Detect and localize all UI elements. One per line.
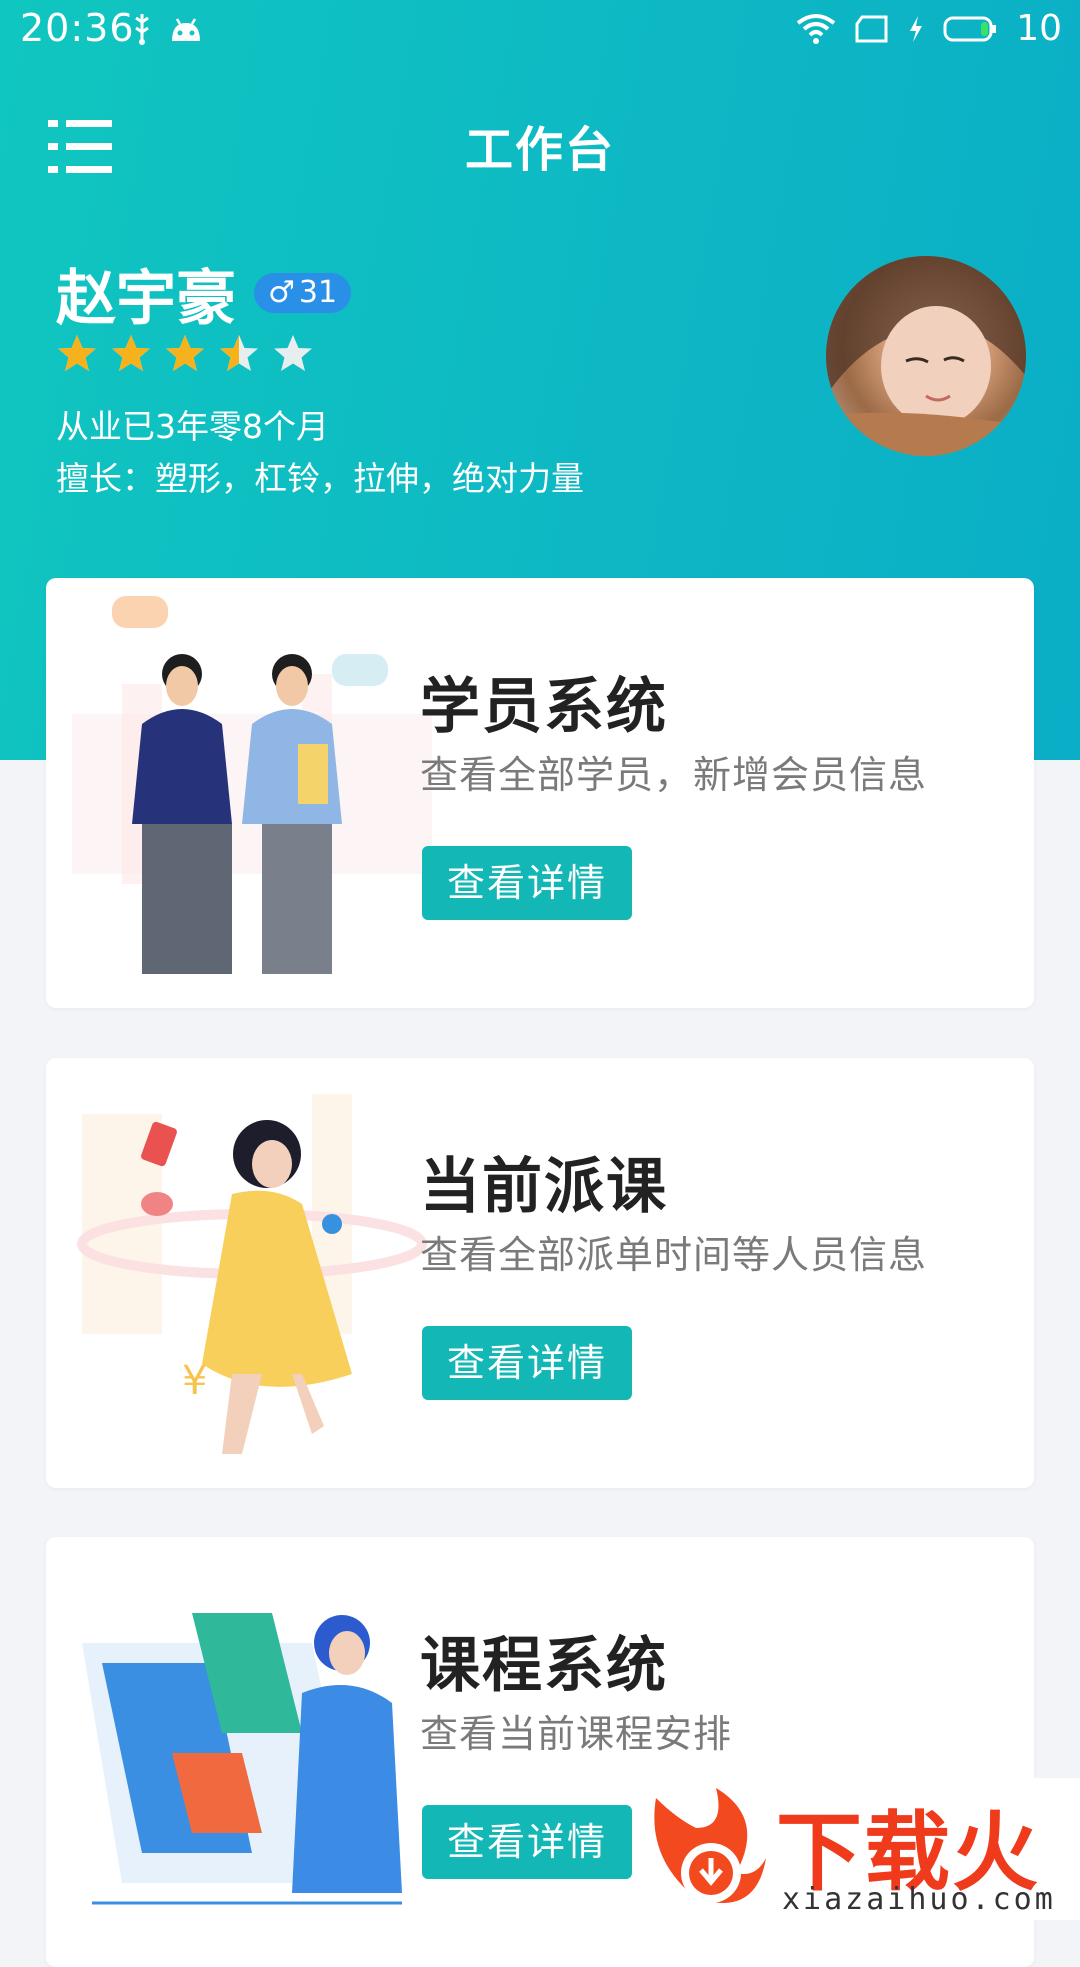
dancing-woman-illustration: ¥ <box>77 1094 427 1454</box>
star-icon <box>112 335 150 371</box>
card-student-system[interactable]: 学员系统 查看全部学员，新增会员信息 查看详情 <box>46 578 1034 1008</box>
handshake-illustration <box>72 596 432 974</box>
status-time: 20:36 <box>20 6 135 50</box>
view-details-button[interactable]: 查看详情 <box>422 1326 632 1400</box>
media-learning-illustration <box>82 1613 402 1905</box>
card-description: 查看全部派单时间等人员信息 <box>420 1233 928 1277</box>
page-title: 工作台 <box>464 122 615 178</box>
age-value: 31 <box>298 275 338 310</box>
svg-text:¥: ¥ <box>182 1358 207 1404</box>
card-title: 课程系统 <box>420 1631 668 1701</box>
view-details-button[interactable]: 查看详情 <box>422 846 632 920</box>
battery-level: 10 <box>1016 8 1062 49</box>
fire-logo-icon <box>654 1788 766 1903</box>
star-icon <box>58 335 96 371</box>
android-icon <box>172 18 200 41</box>
card-description: 查看全部学员，新增会员信息 <box>420 753 928 797</box>
card-description: 查看当前课程安排 <box>420 1712 733 1756</box>
tenure-text: 从业已3年零8个月 <box>56 407 329 446</box>
male-icon: ♂ <box>268 275 295 310</box>
specialty-text: 擅长：塑形，杠铃，拉伸，绝对力量 <box>56 459 584 498</box>
card-title: 学员系统 <box>420 672 668 742</box>
sim-card-icon <box>855 15 888 42</box>
watermark: 下载火 xiazaihuo.com <box>636 1778 1080 1920</box>
star-icon <box>274 335 312 371</box>
rating-stars <box>56 333 314 375</box>
gender-age-badge: ♂ 31 <box>254 273 352 313</box>
star-icon <box>220 335 258 371</box>
usb-icon <box>135 14 149 45</box>
avatar[interactable] <box>826 256 1026 456</box>
view-details-button[interactable]: 查看详情 <box>422 1805 632 1879</box>
card-current-assignment[interactable]: ¥ 当前派课 查看全部派单时间等人员信息 查看详情 <box>46 1058 1034 1488</box>
star-icon <box>166 335 204 371</box>
avatar-photo <box>826 256 1026 456</box>
status-bar: 20:36 10 <box>0 0 1080 60</box>
battery-icon <box>943 16 997 41</box>
trainer-name: 赵宇豪 <box>56 264 236 334</box>
charging-icon <box>910 15 923 42</box>
wifi-icon <box>796 13 836 44</box>
card-title: 当前派课 <box>420 1152 668 1222</box>
watermark-url: xiazaihuo.com <box>782 1882 1056 1917</box>
